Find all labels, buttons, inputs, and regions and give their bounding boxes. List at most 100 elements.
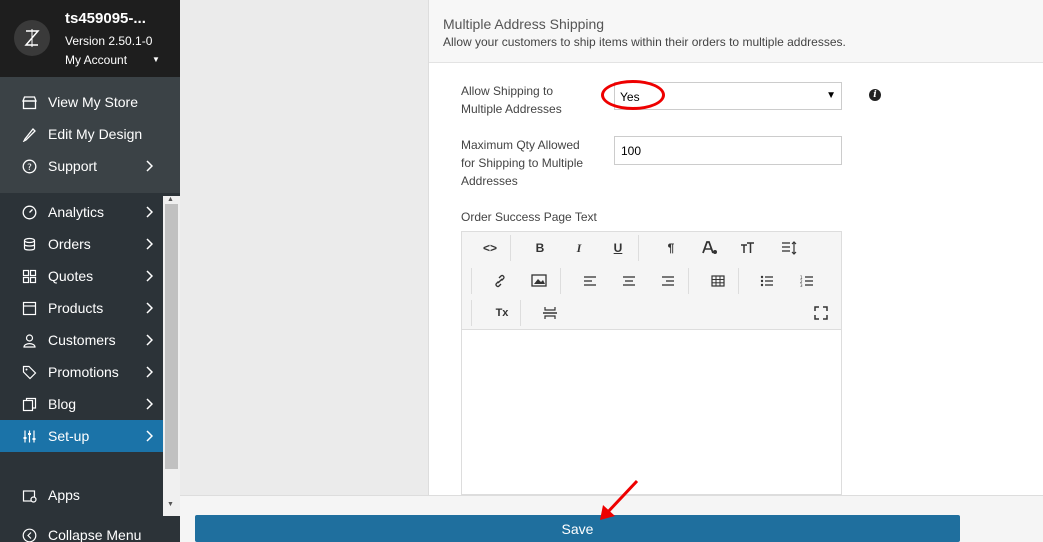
align-right-icon[interactable] (653, 270, 683, 292)
sidebar: ts459095-... Version 2.50.1-0 My Account… (0, 0, 180, 542)
paragraph-format-button[interactable]: ¶ (656, 237, 686, 259)
scrollbar-thumb[interactable] (165, 204, 178, 469)
caret-down-icon[interactable]: ▼ (152, 55, 160, 64)
sidebar-item-customers[interactable]: Customers (0, 324, 180, 356)
sidebar-header: ts459095-... Version 2.50.1-0 My Account… (0, 0, 180, 77)
brand-logo[interactable] (14, 20, 50, 56)
svg-text:?: ? (27, 163, 32, 173)
chevron-right-icon (145, 228, 153, 260)
sidebar-item-edit-design[interactable]: Edit My Design (0, 118, 180, 150)
toolbar-separator (520, 300, 521, 326)
sidebar-item-setup[interactable]: Set-up (0, 420, 163, 452)
sidebar-item-orders[interactable]: Orders (0, 228, 180, 260)
grid-icon (21, 268, 37, 284)
section-title: Multiple Address Shipping (443, 16, 605, 32)
rich-text-editor: <> B I U ¶ 123 Tx (461, 231, 842, 495)
sidebar-item-analytics[interactable]: Analytics (0, 196, 180, 228)
sidebar-item-support[interactable]: ? Support (0, 150, 180, 182)
sidebar-item-label: Blog (48, 396, 77, 412)
store-name: ts459095-... (65, 10, 146, 27)
chevron-right-icon (145, 324, 153, 356)
sidebar-item-label: Edit My Design (48, 126, 143, 142)
tag-icon (21, 364, 37, 380)
save-button[interactable]: Save (195, 515, 960, 542)
scroll-down-icon[interactable]: ▼ (167, 501, 174, 508)
user-icon (21, 332, 37, 348)
bold-button[interactable]: B (525, 237, 555, 259)
label-line: for Shipping to Multiple (461, 156, 584, 170)
main-content: Multiple Address Shipping Allow your cus… (180, 0, 1043, 542)
image-icon[interactable] (525, 270, 555, 292)
label-line: Multiple Addresses (461, 102, 562, 116)
info-icon[interactable]: i (869, 89, 881, 101)
sidebar-item-products[interactable]: Products (0, 292, 180, 324)
toolbar-separator (738, 268, 739, 294)
sidebar-collapse-menu[interactable]: Collapse Menu (0, 519, 180, 542)
link-icon[interactable] (485, 270, 515, 292)
toolbar-separator (510, 235, 511, 261)
chevron-right-icon (145, 388, 153, 420)
editor-toolbar: <> B I U ¶ 123 Tx (462, 232, 841, 330)
store-icon (21, 94, 37, 110)
sidebar-item-label: Promotions (48, 364, 119, 380)
line-height-icon[interactable] (775, 237, 805, 259)
section-header: Multiple Address Shipping Allow your cus… (429, 0, 1043, 63)
sidebar-item-label: Customers (48, 332, 116, 348)
database-icon (21, 236, 37, 252)
section-description: Allow your customers to ship items withi… (443, 35, 846, 49)
sidebar-item-view-store[interactable]: View My Store (0, 86, 180, 118)
bullet-list-icon[interactable] (752, 270, 782, 292)
sidebar-top-group: View My Store Edit My Design ? Support (0, 77, 180, 193)
chevron-right-icon (145, 196, 153, 228)
allow-shipping-label: Allow Shipping to Multiple Addresses (461, 82, 562, 118)
italic-button[interactable]: I (564, 237, 594, 259)
my-account-link[interactable]: My Account (65, 53, 127, 67)
annotation-arrow-icon (600, 479, 639, 520)
input-value: 100 (621, 144, 642, 158)
fullscreen-icon[interactable] (806, 302, 836, 324)
editor-content-area[interactable] (462, 330, 841, 495)
clear-format-button[interactable]: Tx (487, 302, 517, 324)
sidebar-item-label: Set-up (48, 428, 90, 444)
sidebar-item-apps[interactable]: Apps (0, 479, 180, 511)
toolbar-separator (560, 268, 561, 294)
chevron-right-icon (145, 260, 153, 292)
max-qty-input[interactable]: 100 (614, 136, 842, 165)
sidebar-item-label: Products (48, 300, 104, 316)
chevron-right-icon (145, 356, 153, 388)
question-icon: ? (21, 158, 37, 174)
sidebar-item-quotes[interactable]: Quotes (0, 260, 180, 292)
font-size-icon[interactable] (733, 237, 763, 259)
sidebar-item-label: Apps (48, 487, 80, 503)
annotation-circle (601, 80, 665, 110)
toolbar-separator (471, 300, 472, 326)
sliders-icon (21, 428, 37, 444)
sidebar-item-label: View My Store (48, 94, 138, 110)
label-line: Addresses (461, 174, 518, 188)
sidebar-item-label: Collapse Menu (48, 527, 142, 542)
version-label: Version 2.50.1-0 (65, 34, 153, 48)
chevron-right-icon (145, 420, 153, 452)
order-success-label: Order Success Page Text (461, 210, 597, 224)
toolbar-separator (471, 268, 472, 294)
align-center-icon[interactable] (614, 270, 644, 292)
box-icon (21, 300, 37, 316)
sidebar-scrollbar[interactable]: ▲ ▼ (163, 196, 180, 516)
sidebar-item-label: Quotes (48, 268, 94, 284)
sidebar-item-promotions[interactable]: Promotions (0, 356, 180, 388)
label-line: Allow Shipping to (461, 84, 554, 98)
sidebar-item-label: Orders (48, 236, 91, 252)
copy-icon (21, 396, 37, 412)
chevron-right-icon (145, 150, 153, 182)
scroll-up-icon[interactable]: ▲ (167, 196, 174, 203)
code-view-button[interactable]: <> (475, 237, 505, 259)
svg-text:3: 3 (800, 283, 803, 287)
table-icon[interactable] (703, 270, 733, 292)
numbered-list-icon[interactable]: 123 (792, 270, 822, 292)
text-color-icon[interactable] (695, 237, 725, 259)
align-left-icon[interactable] (575, 270, 605, 292)
horizontal-line-icon[interactable] (535, 302, 565, 324)
underline-button[interactable]: U (603, 237, 633, 259)
sidebar-item-blog[interactable]: Blog (0, 388, 180, 420)
max-qty-label: Maximum Qty Allowed for Shipping to Mult… (461, 136, 583, 190)
